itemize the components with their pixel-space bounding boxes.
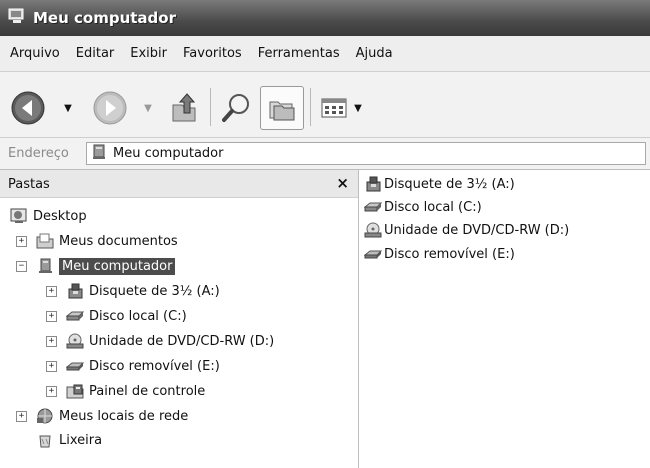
network-places-icon — [36, 408, 54, 424]
menu-favoritos[interactable]: Favoritos — [183, 46, 242, 61]
recycle-bin-icon — [36, 432, 54, 448]
window-title: Meu computador — [33, 9, 176, 27]
tree-item-desktop[interactable]: Desktop — [10, 206, 87, 226]
expand-toggle[interactable]: + — [46, 386, 57, 397]
dropdown-arrow-icon: ▼ — [144, 102, 152, 114]
expand-toggle[interactable]: + — [16, 411, 27, 422]
views-button[interactable] — [318, 88, 350, 128]
menu-ferramentas[interactable]: Ferramentas — [258, 46, 340, 61]
up-folder-button[interactable] — [164, 88, 204, 128]
list-item[interactable]: Disco removível (E:) — [363, 244, 515, 264]
menu-ajuda[interactable]: Ajuda — [356, 46, 393, 61]
up-folder-icon — [172, 93, 196, 122]
address-label: Endereço — [8, 146, 69, 161]
tree-item-lixeira[interactable]: Lixeira — [36, 430, 102, 450]
dvd-drive-icon — [364, 222, 382, 238]
close-icon[interactable]: × — [336, 174, 349, 192]
expand-toggle[interactable]: + — [46, 311, 57, 322]
back-dropdown-button[interactable]: ▼ — [60, 98, 76, 118]
tree-item-meus-locais-rede[interactable]: Meus locais de rede — [36, 406, 188, 426]
tree-item-disquete[interactable]: Disquete de 3½ (A:) — [66, 281, 220, 301]
dropdown-arrow-icon: ▼ — [354, 102, 362, 114]
title-bar: Meu computador — [0, 0, 650, 36]
menu-bar: Arquivo Editar Exibir Favoritos Ferramen… — [0, 36, 650, 72]
hard-disk-icon — [363, 199, 383, 215]
computer-icon — [36, 258, 54, 274]
folders-icon — [269, 101, 295, 121]
list-item[interactable]: Unidade de DVD/CD-RW (D:) — [364, 220, 569, 240]
contents-pane: Disquete de 3½ (A:) Disco local (C:) Uni… — [360, 170, 650, 468]
views-icon — [321, 98, 347, 118]
forward-arrow-icon — [93, 91, 127, 125]
floppy-icon — [66, 283, 84, 299]
computer-icon — [8, 8, 26, 28]
desktop-icon — [10, 208, 28, 224]
folders-pane-title: Pastas — [8, 177, 50, 192]
expand-toggle[interactable]: + — [46, 286, 57, 297]
folders-pane-header: Pastas × — [0, 170, 358, 198]
back-button[interactable] — [8, 88, 48, 128]
expand-toggle[interactable]: + — [16, 236, 27, 247]
documents-icon — [36, 233, 54, 249]
search-icon — [222, 94, 249, 122]
dropdown-arrow-icon: ▼ — [64, 102, 72, 114]
tree-item-unidade-dvd[interactable]: Unidade de DVD/CD-RW (D:) — [66, 331, 274, 351]
removable-disk-icon — [363, 246, 383, 262]
address-value: Meu computador — [113, 146, 224, 161]
expand-toggle[interactable]: + — [46, 336, 57, 347]
forward-button[interactable] — [90, 88, 130, 128]
address-bar: Endereço Meu computador — [0, 138, 650, 170]
menu-editar[interactable]: Editar — [76, 46, 115, 61]
address-input[interactable]: Meu computador — [86, 142, 646, 165]
tree-item-meus-documentos[interactable]: Meus documentos — [36, 231, 178, 251]
views-dropdown-button[interactable]: ▼ — [352, 98, 364, 118]
tree-item-meu-computador[interactable]: Meu computador — [36, 256, 176, 276]
removable-disk-icon — [65, 358, 85, 374]
list-item[interactable]: Disco local (C:) — [363, 197, 482, 217]
back-arrow-icon — [11, 91, 45, 125]
tree-item-disco-local[interactable]: Disco local (C:) — [65, 306, 187, 326]
forward-dropdown-button[interactable]: ▼ — [140, 98, 156, 118]
list-item[interactable]: Disquete de 3½ (A:) — [364, 174, 515, 194]
tree-item-label: Meu computador — [59, 257, 176, 275]
floppy-icon — [364, 176, 382, 192]
expand-toggle[interactable]: + — [46, 361, 57, 372]
control-panel-icon — [66, 383, 84, 399]
menu-exibir[interactable]: Exibir — [130, 46, 167, 61]
collapse-toggle[interactable]: − — [16, 261, 27, 272]
folders-button[interactable] — [260, 86, 304, 130]
search-button[interactable] — [216, 88, 256, 128]
tree-item-disco-removivel[interactable]: Disco removível (E:) — [65, 356, 220, 376]
menu-arquivo[interactable]: Arquivo — [10, 46, 60, 61]
computer-icon — [91, 144, 107, 164]
hard-disk-icon — [65, 308, 85, 324]
dvd-drive-icon — [66, 333, 84, 349]
tree-item-painel-controle[interactable]: Painel de controle — [66, 381, 205, 401]
